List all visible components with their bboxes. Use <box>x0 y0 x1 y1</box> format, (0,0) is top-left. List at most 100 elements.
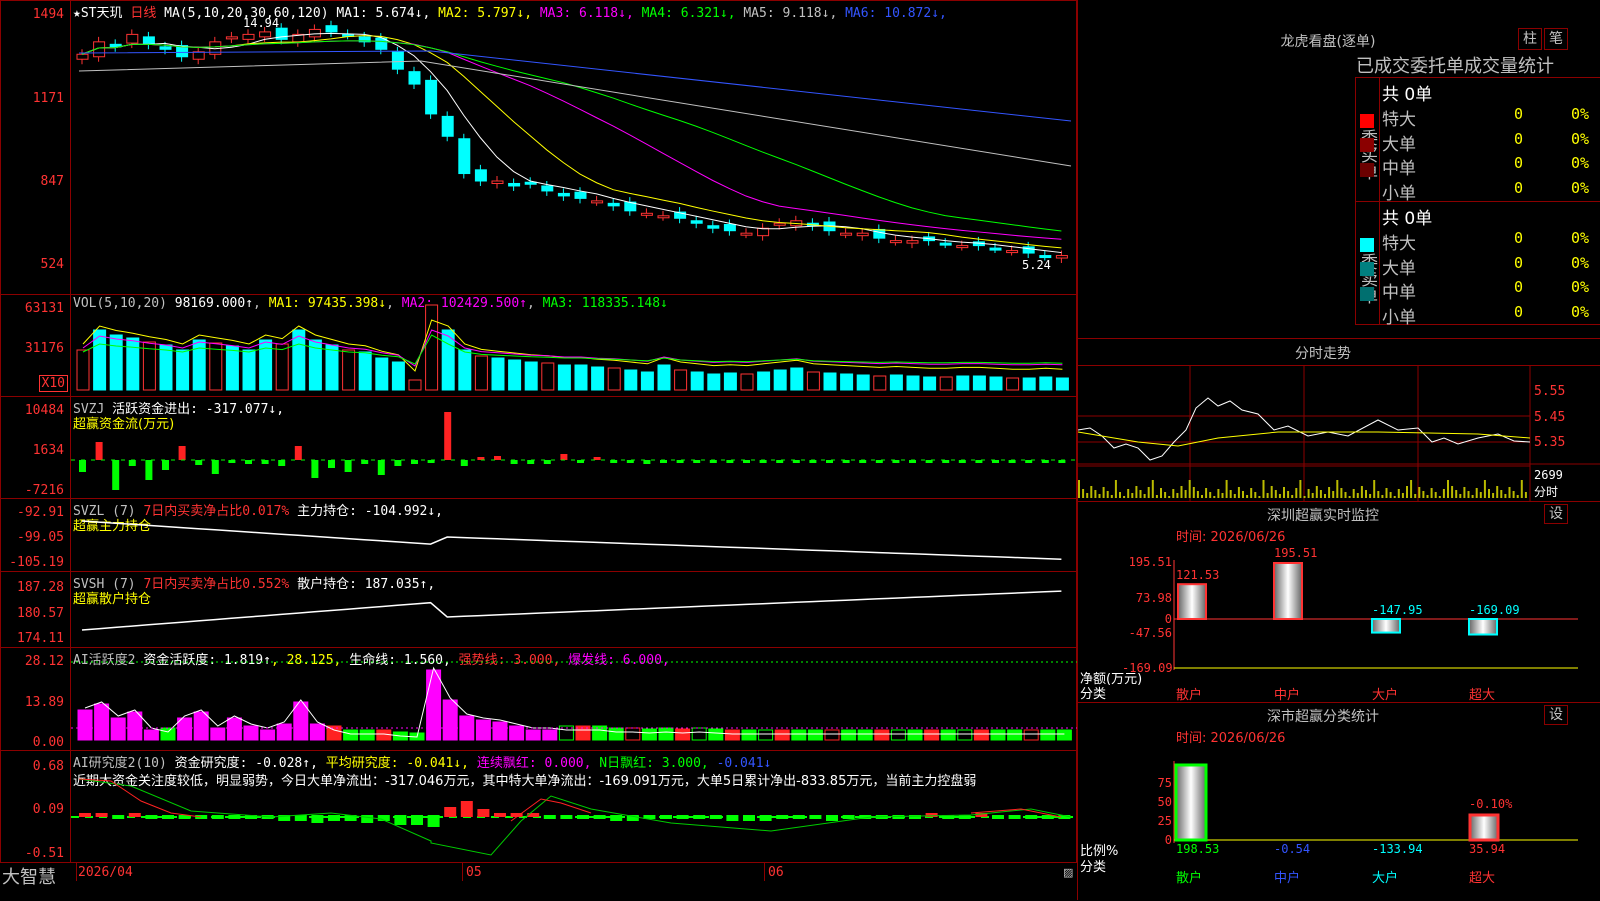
ai-activity-panel[interactable]: 28.12 13.89 0.00 AI活跃度2 资金活跃度: 1.819↑, 2… <box>0 647 1077 751</box>
volume-bar <box>126 337 140 391</box>
volume-bar <box>508 359 522 391</box>
fund-flow-bar <box>95 442 103 460</box>
intraday-panel[interactable]: 分时走势 5.55 5.45 5.35 2699 分时 <box>1078 338 1600 502</box>
volume-bar <box>657 364 671 391</box>
y-tick: 0 <box>1164 833 1172 847</box>
research-bar <box>593 815 606 819</box>
order-row: 大单 0 0% <box>1356 128 1600 154</box>
fund-flow-bar <box>162 460 169 470</box>
y-tick: 0.09 <box>32 802 64 817</box>
volume-bar <box>823 372 837 391</box>
vol-unit: X10 <box>38 375 68 392</box>
y-tick: 0 <box>1164 612 1172 626</box>
order-row: 特大 0 0% <box>1356 227 1600 253</box>
y-tick: 187.28 <box>17 580 64 595</box>
volume-bar <box>923 376 937 391</box>
order-count: 0 <box>1514 302 1524 321</box>
order-row: 中单 0 0% <box>1356 276 1600 302</box>
activity-bar <box>492 721 508 741</box>
volume-bar <box>889 374 903 391</box>
activity-bar <box>309 723 325 741</box>
volume-bar <box>640 371 654 391</box>
y-tick: 174.11 <box>17 631 64 646</box>
svzl-panel[interactable]: -92.91 -99.05 -105.19 SVZL (7) 7日内买卖净占比0… <box>0 498 1077 572</box>
order-pct: 0% <box>1571 105 1590 123</box>
class-value: -0.54 <box>1274 842 1311 856</box>
volume-bar <box>225 345 239 391</box>
order-pct: 0% <box>1571 178 1590 197</box>
vol-panel[interactable]: 63131 31176 X10 VOL(5,10,20) 98169.000↑,… <box>0 294 1077 397</box>
fund-flow-bar <box>112 460 120 490</box>
activity-bar <box>907 729 923 741</box>
ratio-bar <box>1468 813 1500 842</box>
volume-bar <box>740 373 754 391</box>
y-tick: 0.68 <box>32 759 64 774</box>
research-bar <box>776 815 789 819</box>
research-bar <box>361 815 374 823</box>
volume-bar <box>690 371 704 391</box>
volume-bar <box>491 357 505 391</box>
svzj-panel[interactable]: 10484 1634 -7216 SVZJ 活跃资金进出: -317.077↓,… <box>0 396 1077 499</box>
svsh-y-axis: 187.28 180.57 174.11 <box>1 572 71 647</box>
candle <box>657 215 670 219</box>
activity-bar <box>841 729 857 741</box>
research-bar <box>925 813 938 817</box>
candle <box>524 181 537 185</box>
net-amount-bar <box>1468 618 1498 636</box>
svzj-canvas <box>71 412 1077 490</box>
intraday-unit: 分时 <box>1534 485 1559 499</box>
svsh-panel[interactable]: 187.28 180.57 174.11 SVSH (7) 7日内买卖净占比0.… <box>0 571 1077 648</box>
volume-bar <box>873 375 887 391</box>
activity-bar <box>1023 729 1039 741</box>
candle <box>840 232 853 236</box>
y-tick: 195.51 <box>1128 555 1172 569</box>
kline-panel[interactable]: 1494 1171 847 524 ★ST天玑 日线 MA(5,10,20,30… <box>0 0 1077 295</box>
net-amount-bar <box>1273 562 1303 620</box>
activity-bar <box>675 728 691 741</box>
research-bar <box>577 815 589 819</box>
lock-icon[interactable]: ▨ <box>1063 866 1073 879</box>
sell-orders-box: 委卖单 共 0单 特大 0 0% 大单 0 0% 中单 0 0% 小单 0 0% <box>1355 201 1600 327</box>
bar-value: -147.95 <box>1372 603 1423 617</box>
fund-flow-bar <box>344 460 352 472</box>
order-count: 0 <box>1514 154 1524 172</box>
order-label: 特大 <box>1382 110 1416 129</box>
fund-flow-bar <box>328 460 335 468</box>
candle <box>458 138 471 175</box>
y-tick: 10484 <box>24 403 64 418</box>
volume-bar <box>790 367 804 391</box>
candle <box>757 227 770 237</box>
bar-view-button[interactable]: 柱 <box>1518 28 1542 50</box>
activity-bar <box>758 729 774 741</box>
fund-flow-bar <box>128 460 136 466</box>
monitor-panel[interactable]: 深圳超赢实时监控 设 时间: 2026/06/26 195.51 73.98 0… <box>1078 501 1600 703</box>
high-label: 14.94 <box>243 16 280 30</box>
activity-bar <box>276 723 292 741</box>
fund-flow-bar <box>211 460 219 474</box>
research-bar <box>726 815 739 821</box>
activity-bar <box>741 729 757 741</box>
volume-bar <box>292 329 306 391</box>
y-tick: 524 <box>40 257 64 272</box>
ai-research-panel[interactable]: 0.68 0.09 -0.51 AI研究度2(10) 资金研究度: -0.028… <box>0 750 1077 863</box>
candle <box>1055 255 1068 259</box>
category-label: 中户 <box>1274 688 1301 703</box>
volume-bar <box>856 374 870 391</box>
chart-area[interactable]: 1494 1171 847 524 ★ST天玑 日线 MA(5,10,20,30… <box>0 0 1077 900</box>
intraday-canvas <box>1078 366 1600 502</box>
candle <box>242 33 255 40</box>
classify-panel[interactable]: 深市超赢分类统计 设 时间: 2026/06/26 75 50 25 0 -0.… <box>1078 702 1600 901</box>
order-label: 大单 <box>1382 134 1416 154</box>
volume-bar <box>275 343 289 391</box>
volume-bar <box>391 361 405 391</box>
fund-flow-bar <box>245 460 252 464</box>
research-bar <box>211 815 224 819</box>
volume-bar <box>474 355 488 391</box>
tick-view-button[interactable]: 笔 <box>1544 28 1568 50</box>
volume-bar <box>159 344 173 391</box>
activity-bar <box>442 699 458 741</box>
category-label: 大户 <box>1372 871 1399 886</box>
order-label: 中单 <box>1382 159 1416 178</box>
research-bar <box>792 815 805 819</box>
candle <box>707 225 720 229</box>
